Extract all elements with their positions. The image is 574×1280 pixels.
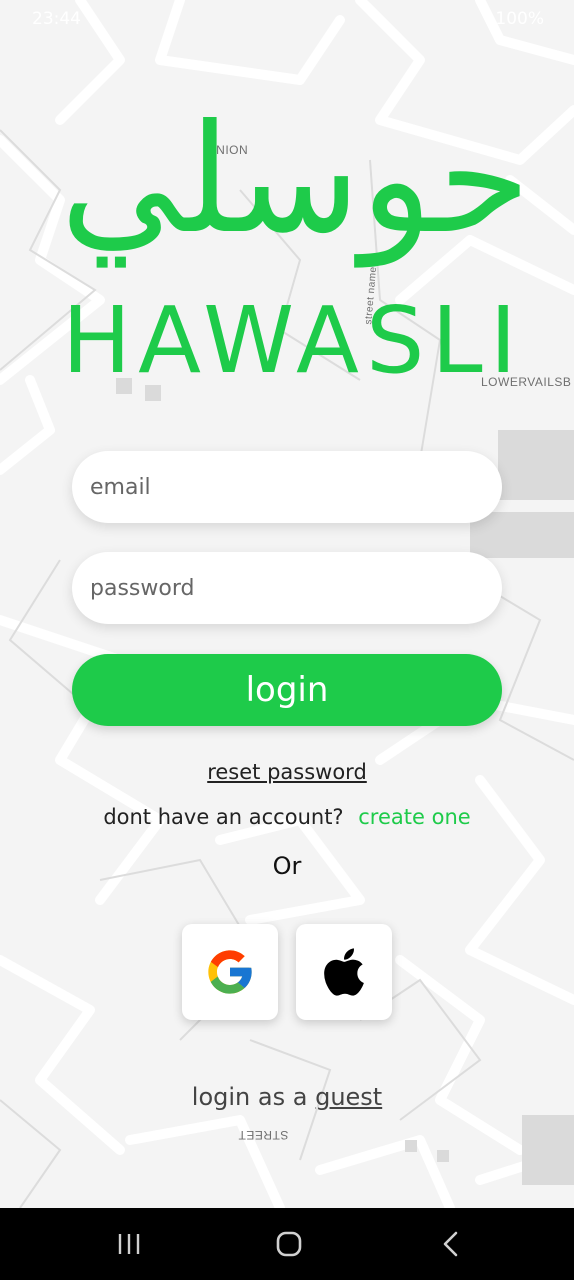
create-account-row: dont have an account? create one	[0, 805, 574, 829]
reset-password-row: reset password	[0, 760, 574, 784]
apple-icon	[324, 948, 364, 996]
back-icon	[443, 1231, 458, 1257]
home-icon	[276, 1231, 302, 1257]
battery-indicator: 100%	[495, 9, 544, 29]
guest-login-row: login as a guest	[0, 1083, 574, 1111]
logo-arabic: حوسلي	[60, 93, 531, 267]
back-button[interactable]	[406, 1208, 496, 1280]
apple-login-button[interactable]	[296, 924, 392, 1020]
login-button[interactable]: login	[72, 654, 502, 726]
navigation-bar	[0, 1208, 574, 1280]
recents-button[interactable]	[84, 1208, 174, 1280]
email-input[interactable]	[72, 451, 502, 523]
or-separator: Or	[272, 852, 302, 880]
status-bar: 23:44 100%	[0, 0, 574, 40]
google-icon	[208, 950, 252, 994]
guest-login-link[interactable]: guest	[315, 1083, 382, 1111]
password-input[interactable]	[72, 552, 502, 624]
map-label-street: STREET	[238, 1128, 289, 1142]
home-button[interactable]	[244, 1208, 334, 1280]
google-login-button[interactable]	[182, 924, 278, 1020]
create-account-link[interactable]: create one	[358, 805, 470, 829]
no-account-text: dont have an account?	[103, 805, 344, 829]
status-time: 23:44	[32, 9, 81, 29]
recents-icon	[118, 1234, 140, 1254]
logo-latin: HAWASLI	[62, 287, 524, 394]
login-as-text: login as a	[191, 1083, 308, 1111]
reset-password-link[interactable]: reset password	[207, 760, 367, 784]
